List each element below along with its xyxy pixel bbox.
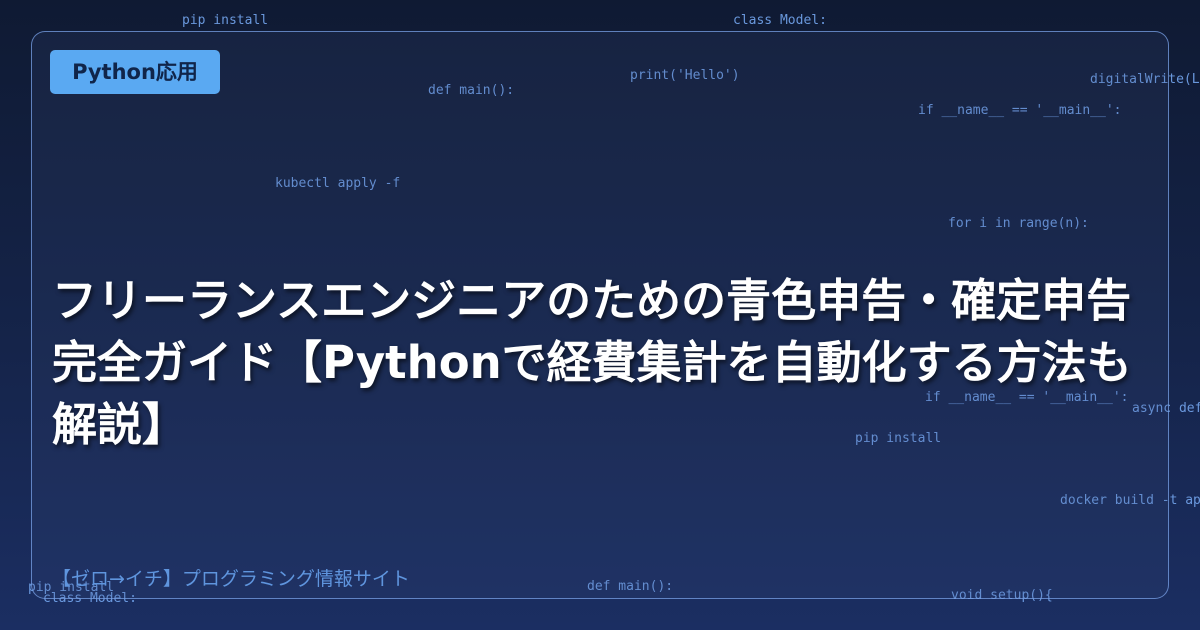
- site-name: 【ゼロ→イチ】プログラミング情報サイト: [52, 568, 410, 590]
- background-code-snippet: pip install: [182, 13, 269, 28]
- category-badge: Python応用: [50, 50, 220, 94]
- article-title: フリーランスエンジニアのための青色申告・確定申告完全ガイド【Pythonで経費集…: [52, 274, 1132, 451]
- background-code-snippet: class Model:: [733, 13, 827, 28]
